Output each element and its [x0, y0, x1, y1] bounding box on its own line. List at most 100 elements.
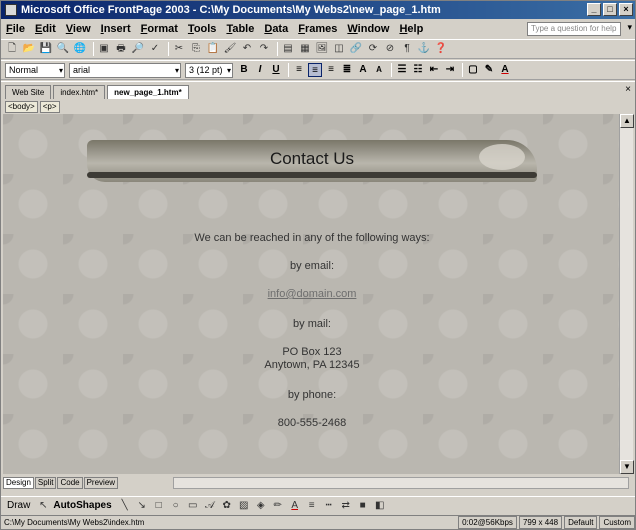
fill-color-icon[interactable]: ◈	[254, 499, 268, 513]
tab-split[interactable]: Split	[34, 477, 57, 489]
decrease-font-icon[interactable]: A	[372, 63, 386, 77]
tab-code[interactable]: Code	[57, 477, 83, 489]
web-component-icon[interactable]: ⚓	[417, 42, 431, 56]
default-mode[interactable]: Default	[564, 516, 598, 529]
menu-frames[interactable]: Frames	[293, 23, 342, 35]
align-right-icon[interactable]: ≡	[324, 63, 338, 77]
select-objects-icon[interactable]: ↖	[36, 499, 50, 513]
drawing-icon[interactable]: ◫	[332, 42, 346, 56]
download-speed[interactable]: 0:02@56Kbps	[458, 516, 517, 529]
style-select[interactable]: Normal ▾	[5, 62, 65, 78]
format-painter-icon[interactable]: 🖌	[223, 42, 237, 56]
redo-icon[interactable]: ↷	[257, 42, 271, 56]
borders-icon[interactable]: ▢	[466, 63, 480, 77]
menu-format[interactable]: Format	[136, 23, 183, 35]
open-icon[interactable]: 📂	[22, 42, 36, 56]
hyperlink-icon[interactable]: 🔗	[349, 42, 363, 56]
cut-icon[interactable]: ✂	[172, 42, 186, 56]
wordart-icon[interactable]: 𝒜	[203, 499, 217, 513]
publish-icon[interactable]: 🌐	[73, 42, 87, 56]
align-center-icon[interactable]: ≡	[308, 63, 322, 77]
help-dropdown-icon[interactable]: ▾	[627, 22, 632, 33]
vertical-scrollbar[interactable]: ▲ ▼	[619, 114, 634, 474]
window-title: Microsoft Office FrontPage 2003 - C:\My …	[21, 4, 441, 16]
spelling-icon[interactable]: ✓	[148, 42, 162, 56]
horizontal-scrollbar[interactable]	[173, 477, 629, 489]
custom-mode[interactable]: Custom	[599, 516, 635, 529]
menu-data[interactable]: Data	[259, 23, 293, 35]
email-link[interactable]: info@domain.com	[268, 288, 357, 300]
scroll-up-icon[interactable]: ▲	[620, 114, 634, 128]
menu-file[interactable]: File	[1, 23, 30, 35]
tag-p[interactable]: <p>	[39, 100, 60, 113]
dash-style-icon[interactable]: ┅	[322, 499, 336, 513]
font-color-icon[interactable]: A	[498, 63, 512, 77]
insert-table-icon[interactable]: ▦	[298, 42, 312, 56]
menu-view[interactable]: View	[61, 23, 96, 35]
menu-window[interactable]: Window	[342, 23, 394, 35]
underline-button[interactable]: U	[269, 63, 283, 77]
minimize-button[interactable]: _	[587, 3, 601, 16]
clipart-icon[interactable]: ✿	[220, 499, 234, 513]
tab-index-htm[interactable]: index.htm*	[53, 85, 106, 99]
tab-preview[interactable]: Preview	[83, 477, 119, 489]
menu-table[interactable]: Table	[221, 23, 259, 35]
preview-icon[interactable]: 🔎	[131, 42, 145, 56]
tab-new-page-1[interactable]: new_page_1.htm*	[107, 85, 189, 99]
insert-layer-icon[interactable]: ▤	[281, 42, 295, 56]
bold-button[interactable]: B	[237, 63, 251, 77]
line-style-icon[interactable]: ≡	[305, 499, 319, 513]
menu-tools[interactable]: Tools	[183, 23, 222, 35]
menu-insert[interactable]: Insert	[96, 23, 136, 35]
print-icon[interactable]: 🖶	[114, 42, 128, 56]
numbering-icon[interactable]: ☰	[395, 63, 409, 77]
draw-menu[interactable]: Draw	[7, 500, 30, 511]
font-color-icon[interactable]: A	[288, 499, 302, 513]
3d-icon[interactable]: ◧	[373, 499, 387, 513]
search-icon[interactable]: 🔍	[56, 42, 70, 56]
refresh-icon[interactable]: ⟳	[366, 42, 380, 56]
menu-help[interactable]: Help	[394, 23, 428, 35]
align-left-icon[interactable]: ≡	[292, 63, 306, 77]
show-all-icon[interactable]: ¶	[400, 42, 414, 56]
tab-web-site[interactable]: Web Site	[5, 85, 52, 99]
textbox-icon[interactable]: ▭	[186, 499, 200, 513]
stop-icon[interactable]: ⊘	[383, 42, 397, 56]
autoshapes-menu[interactable]: AutoShapes	[53, 500, 111, 511]
font-select[interactable]: arial ▾	[69, 62, 181, 78]
save-icon[interactable]: 💾	[39, 42, 53, 56]
scroll-down-icon[interactable]: ▼	[620, 460, 634, 474]
page-size[interactable]: 799 x 448	[518, 516, 563, 529]
line-icon[interactable]: ╲	[118, 499, 132, 513]
increase-font-icon[interactable]: A	[356, 63, 370, 77]
shadow-icon[interactable]: ■	[356, 499, 370, 513]
tag-body[interactable]: <body>	[5, 100, 38, 113]
bullets-icon[interactable]: ☷	[411, 63, 425, 77]
toggle-pane-icon[interactable]: ▣	[97, 42, 111, 56]
help-icon[interactable]: ❓	[434, 42, 448, 56]
menu-edit[interactable]: Edit	[30, 23, 61, 35]
highlight-icon[interactable]: ✎	[482, 63, 496, 77]
insert-picture-icon[interactable]: 🖼	[315, 42, 329, 56]
tab-design[interactable]: Design	[3, 477, 34, 489]
arrow-icon[interactable]: ↘	[135, 499, 149, 513]
arrow-style-icon[interactable]: ⇄	[339, 499, 353, 513]
justify-icon[interactable]: ≣	[340, 63, 354, 77]
increase-indent-icon[interactable]: ⇥	[443, 63, 457, 77]
italic-button[interactable]: I	[253, 63, 267, 77]
paste-icon[interactable]: 📋	[206, 42, 220, 56]
design-view[interactable]: Contact Us We can be reached in any of t…	[3, 114, 621, 474]
decrease-indent-icon[interactable]: ⇤	[427, 63, 441, 77]
copy-icon[interactable]: ⎘	[189, 42, 203, 56]
maximize-button[interactable]: □	[603, 3, 617, 16]
font-size-select[interactable]: 3 (12 pt) ▾	[185, 62, 233, 78]
new-page-icon[interactable]: 🗋	[5, 42, 19, 56]
undo-icon[interactable]: ↶	[240, 42, 254, 56]
picture-icon[interactable]: ▨	[237, 499, 251, 513]
rectangle-icon[interactable]: □	[152, 499, 166, 513]
close-tab-icon[interactable]: ×	[625, 84, 631, 95]
help-question-input[interactable]: Type a question for help	[527, 22, 621, 36]
line-color-icon[interactable]: ✏	[271, 499, 285, 513]
close-button[interactable]: ×	[619, 3, 633, 16]
oval-icon[interactable]: ○	[169, 499, 183, 513]
